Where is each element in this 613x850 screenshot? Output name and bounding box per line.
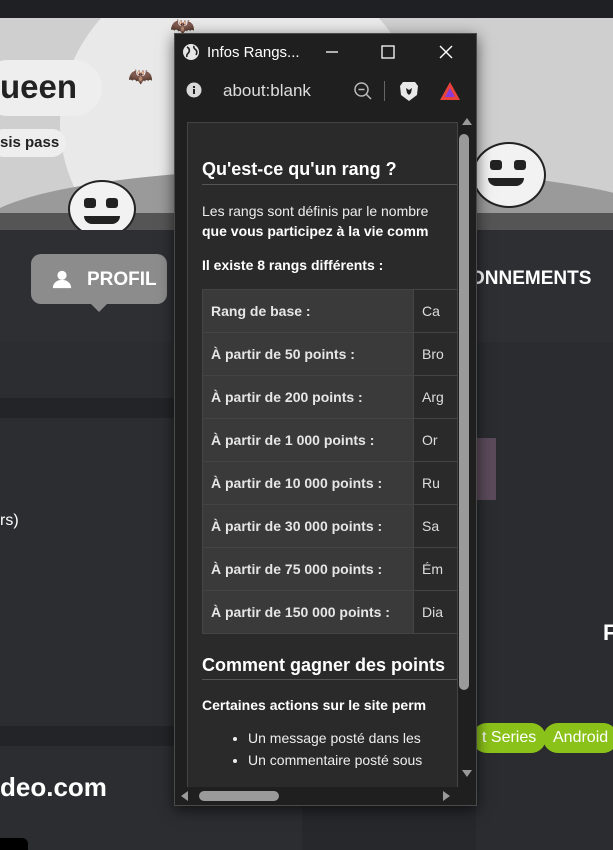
right-panel	[476, 342, 613, 850]
address-separator	[384, 81, 385, 101]
left-panel-text: rs)	[0, 512, 19, 529]
rank-name: Sa	[413, 504, 457, 548]
paragraph-actions: Certaines actions sur le site perm	[202, 697, 427, 713]
heading-points: Comment gagner des points	[202, 655, 446, 675]
horizontal-scroll-thumb[interactable]	[199, 791, 279, 801]
rank-name: Ru	[413, 461, 457, 505]
rank-threshold: À partir de 30 000 points :	[202, 504, 414, 548]
rank-threshold: À partir de 150 000 points :	[202, 590, 414, 634]
table-row: À partir de 1 000 points : Or	[202, 418, 457, 462]
globe-icon	[183, 44, 199, 60]
scroll-down-icon[interactable]	[462, 770, 472, 777]
table-row: À partir de 30 000 points : Sa	[202, 504, 457, 548]
list-item: Un commentaire posté sous	[248, 749, 422, 771]
actions-list: Un message posté dans les Un commentaire…	[228, 727, 422, 771]
table-row: À partir de 75 000 points : Ém	[202, 547, 457, 591]
paragraph-intro-bold: que vous participez à la vie comm	[202, 223, 429, 239]
tab-profil-label: PROFIL	[87, 269, 157, 290]
paragraph-intro: Les rangs sont définis par le nombre	[202, 203, 429, 219]
table-row: À partir de 150 000 points : Dia	[202, 590, 457, 634]
zoom-out-icon[interactable]	[353, 81, 373, 101]
rank-threshold: À partir de 200 points :	[202, 375, 414, 419]
minimize-icon[interactable]	[317, 42, 347, 62]
heading-rang: Qu'est-ce qu'un rang ?	[202, 159, 397, 179]
rank-info-content: Qu'est-ce qu'un rang ? Les rangs sont dé…	[187, 122, 458, 790]
tab-abonnements[interactable]: ONNEMENTS	[470, 268, 591, 290]
profile-username: ueen	[0, 68, 78, 105]
table-row: À partir de 10 000 points : Ru	[202, 461, 457, 505]
brave-rewards-icon[interactable]	[439, 81, 461, 101]
table-row: À partir de 50 points : Bro	[202, 332, 457, 376]
pumpkin-icon	[68, 180, 136, 230]
tab-profil[interactable]: PROFIL	[31, 254, 167, 312]
maximize-icon[interactable]	[373, 42, 403, 62]
rank-threshold: À partir de 50 points :	[202, 332, 414, 376]
rank-name: Arg	[413, 375, 457, 419]
tag-android[interactable]: Android	[543, 723, 613, 753]
site-top-bar	[0, 0, 613, 18]
rank-name: Dia	[413, 590, 457, 634]
list-item: Un message posté dans les	[248, 727, 422, 749]
rank-name: Ém	[413, 547, 457, 591]
rank-threshold: À partir de 1 000 points :	[202, 418, 414, 462]
brave-shield-icon[interactable]	[399, 80, 419, 102]
bat-icon: 🦇	[128, 66, 153, 88]
right-panel-heading: F	[603, 620, 613, 645]
user-icon	[52, 270, 72, 289]
rank-threshold: À partir de 10 000 points :	[202, 461, 414, 505]
table-row: Rang de base : Ca	[202, 289, 457, 333]
rank-name: Bro	[413, 332, 457, 376]
ranks-count-text: Il existe 8 rangs différents :	[202, 257, 384, 273]
active-tab-pointer	[89, 302, 109, 312]
heading-divider	[202, 184, 457, 185]
address-bar: about:blank	[175, 72, 476, 108]
info-icon[interactable]	[186, 82, 202, 98]
scroll-right-icon[interactable]	[443, 791, 450, 801]
scroll-left-icon[interactable]	[181, 791, 188, 801]
vertical-scroll-thumb[interactable]	[459, 134, 469, 690]
tag-series[interactable]: t Series	[472, 723, 547, 753]
table-row: À partir de 200 points : Arg	[202, 375, 457, 419]
left-panel-site[interactable]: deo.com	[0, 772, 107, 803]
popup-titlebar: Infos Rangs...	[175, 34, 476, 70]
rank-name: Or	[413, 418, 457, 462]
popup-title: Infos Rangs...	[207, 44, 300, 61]
popup-viewport: Qu'est-ce qu'un rang ? Les rangs sont dé…	[187, 122, 458, 790]
close-icon[interactable]	[431, 42, 461, 62]
pumpkin-icon	[472, 142, 546, 208]
url-text[interactable]: about:blank	[223, 81, 311, 101]
avatar[interactable]	[476, 438, 496, 500]
left-black-block	[0, 838, 28, 850]
popup-window: Infos Rangs... about:blank Qu'est-ce qu'…	[174, 33, 477, 806]
heading-divider	[202, 679, 457, 680]
rank-name: Ca	[413, 289, 457, 333]
profile-subtitle: sis pass	[0, 134, 60, 151]
scroll-up-icon[interactable]	[462, 118, 472, 125]
rank-threshold: Rang de base :	[202, 289, 414, 333]
rank-threshold: À partir de 75 000 points :	[202, 547, 414, 591]
rank-table: Rang de base : Ca À partir de 50 points :…	[202, 289, 457, 634]
